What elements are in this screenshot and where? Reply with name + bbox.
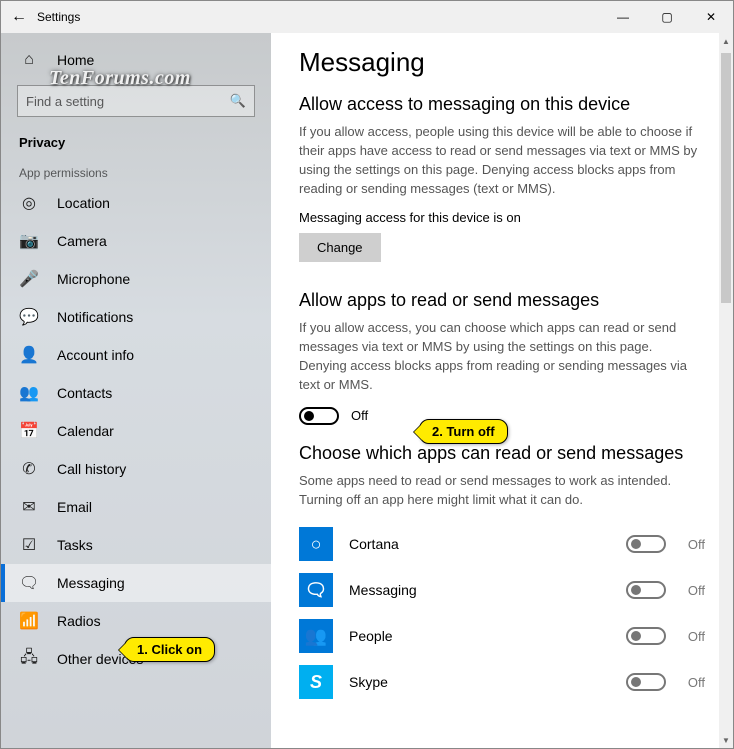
cortana-icon: ○	[299, 527, 333, 561]
search-placeholder: Find a setting	[26, 94, 230, 109]
app-row-skype: S Skype Off	[299, 659, 705, 705]
minimize-button[interactable]: —	[601, 1, 645, 33]
camera-icon: 📷	[19, 231, 39, 251]
messaging-icon: 🗨	[19, 573, 39, 593]
location-icon: ◎	[19, 193, 39, 213]
allow-apps-toggle[interactable]	[299, 407, 339, 425]
sidebar-item-messaging[interactable]: 🗨 Messaging	[1, 564, 271, 602]
back-button[interactable]: ←	[1, 8, 37, 26]
sidebar-item-label: Camera	[57, 233, 107, 249]
sidebar-item-label: Email	[57, 499, 92, 515]
app-toggle-state: Off	[688, 629, 705, 644]
section-allow-apps-desc: If you allow access, you can choose whic…	[299, 319, 699, 394]
app-toggle-state: Off	[688, 675, 705, 690]
section-choose-apps-heading: Choose which apps can read or send messa…	[299, 443, 705, 464]
sidebar-item-label: Notifications	[57, 309, 133, 325]
sidebar-item-label: Microphone	[57, 271, 130, 287]
window-title: Settings	[37, 10, 80, 24]
email-icon: ✉	[19, 497, 39, 517]
app-label: People	[349, 628, 626, 644]
people-icon: 👥	[299, 619, 333, 653]
main-panel: Messaging Allow access to messaging on t…	[271, 33, 733, 748]
section-device-access-desc: If you allow access, people using this d…	[299, 123, 699, 198]
maximize-button[interactable]: ▢	[645, 1, 689, 33]
tasks-icon: ☑	[19, 535, 39, 555]
sidebar-item-camera[interactable]: 📷 Camera	[1, 222, 271, 260]
messaging-app-icon: 🗨	[299, 573, 333, 607]
callout-turn-off: 2. Turn off	[419, 419, 508, 444]
app-label: Cortana	[349, 536, 626, 552]
contacts-icon: 👥	[19, 383, 39, 403]
other-devices-icon: 🖧	[19, 646, 39, 673]
account-icon: 👤	[19, 345, 39, 365]
page-title: Messaging	[299, 47, 705, 78]
app-row-cortana: ○ Cortana Off	[299, 521, 705, 567]
section-device-access-heading: Allow access to messaging on this device	[299, 94, 705, 115]
sidebar-item-label: Radios	[57, 613, 101, 629]
search-input[interactable]: Find a setting 🔍	[17, 85, 255, 117]
app-toggle-people[interactable]	[626, 627, 666, 645]
section-choose-apps-desc: Some apps need to read or send messages …	[299, 472, 699, 510]
app-row-messaging: 🗨 Messaging Off	[299, 567, 705, 613]
search-icon: 🔍	[230, 93, 246, 109]
app-toggle-skype[interactable]	[626, 673, 666, 691]
close-button[interactable]: ✕	[689, 1, 733, 33]
sidebar-item-label: Call history	[57, 461, 126, 477]
app-label: Messaging	[349, 582, 626, 598]
app-toggle-messaging[interactable]	[626, 581, 666, 599]
call-history-icon: ✆	[19, 459, 39, 479]
skype-icon: S	[299, 665, 333, 699]
notifications-icon: 💬	[19, 307, 39, 327]
sidebar-item-label: Calendar	[57, 423, 114, 439]
sidebar-item-label: Contacts	[57, 385, 112, 401]
sidebar-home[interactable]: ⌂ Home	[1, 41, 271, 79]
section-allow-apps-heading: Allow apps to read or send messages	[299, 290, 705, 311]
app-row-people: 👥 People Off	[299, 613, 705, 659]
main-scrollbar[interactable]: ▲ ▼	[719, 33, 733, 748]
sidebar-item-label: Account info	[57, 347, 134, 363]
change-button[interactable]: Change	[299, 233, 381, 262]
sidebar-item-label: Tasks	[57, 537, 93, 553]
sidebar-item-call-history[interactable]: ✆ Call history	[1, 450, 271, 488]
sidebar-item-tasks[interactable]: ☑ Tasks	[1, 526, 271, 564]
allow-apps-toggle-label: Off	[351, 408, 368, 423]
sidebar-item-notifications[interactable]: 💬 Notifications	[1, 298, 271, 336]
sidebar-home-label: Home	[57, 52, 94, 68]
sidebar-item-radios[interactable]: 📶 Radios	[1, 602, 271, 640]
sidebar-item-contacts[interactable]: 👥 Contacts	[1, 374, 271, 412]
titlebar: ← Settings — ▢ ✕	[1, 1, 733, 33]
sidebar-section: Privacy	[1, 127, 271, 156]
callout-click-on: 1. Click on	[124, 637, 215, 662]
sidebar-item-calendar[interactable]: 📅 Calendar	[1, 412, 271, 450]
sidebar-item-microphone[interactable]: 🎤 Microphone	[1, 260, 271, 298]
sidebar-item-label: Messaging	[57, 575, 125, 591]
radios-icon: 📶	[19, 611, 39, 631]
app-toggle-state: Off	[688, 537, 705, 552]
app-toggle-cortana[interactable]	[626, 535, 666, 553]
microphone-icon: 🎤	[19, 269, 39, 289]
home-icon: ⌂	[19, 51, 39, 69]
app-label: Skype	[349, 674, 626, 690]
device-access-state: Messaging access for this device is on	[299, 210, 705, 225]
sidebar-item-label: Location	[57, 195, 110, 211]
calendar-icon: 📅	[19, 421, 39, 441]
sidebar-item-location[interactable]: ◎ Location	[1, 184, 271, 222]
sidebar-group-label: App permissions	[1, 156, 271, 184]
sidebar-item-account-info[interactable]: 👤 Account info	[1, 336, 271, 374]
sidebar-item-email[interactable]: ✉ Email	[1, 488, 271, 526]
app-toggle-state: Off	[688, 583, 705, 598]
